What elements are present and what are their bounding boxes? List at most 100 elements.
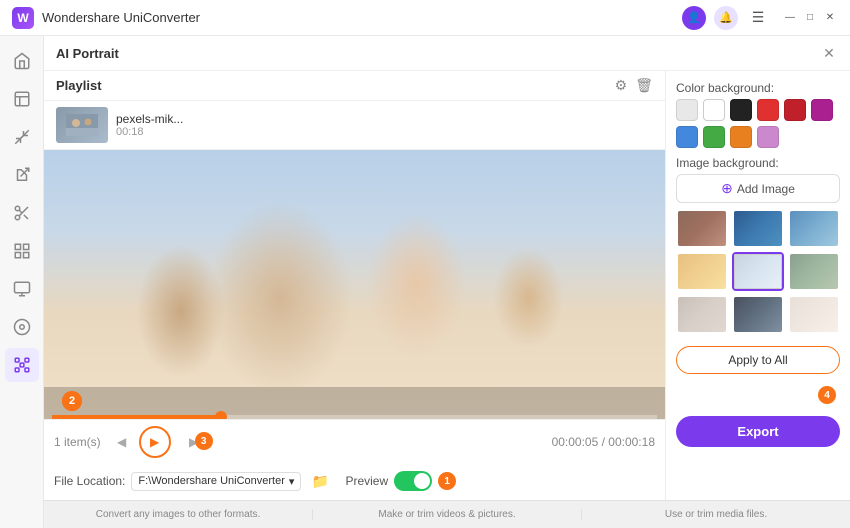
img-thumb-9[interactable] <box>788 295 840 334</box>
prev-button[interactable]: ◀ <box>111 431 133 453</box>
play-icon: ▶ <box>150 435 159 449</box>
file-path-text: F:\Wondershare UniConverter <box>138 475 285 487</box>
progress-bar[interactable] <box>52 415 657 419</box>
color-grid <box>676 99 840 148</box>
img-thumb-6[interactable] <box>788 252 840 291</box>
playlist-item-name: pexels-mik... <box>116 112 653 126</box>
progress-thumb <box>215 411 227 419</box>
img-thumb-2-inner <box>734 211 782 246</box>
title-bar: W Wondershare UniConverter 👤 🔔 ☰ — □ ✕ <box>0 0 850 36</box>
sidebar-item-record[interactable] <box>5 310 39 344</box>
close-button[interactable]: ✕ <box>822 10 838 26</box>
img-thumb-8[interactable] <box>732 295 784 334</box>
apply-to-all-button[interactable]: Apply to All <box>676 346 840 374</box>
color-swatch-red[interactable] <box>757 99 779 121</box>
color-swatch-purplered[interactable] <box>811 99 833 121</box>
color-swatch-darkred[interactable] <box>784 99 806 121</box>
step3-badge: 3 <box>195 432 213 450</box>
export-button[interactable]: Export <box>676 416 840 447</box>
video-image <box>44 150 665 419</box>
plus-icon: ⊕ <box>721 180 733 197</box>
preview-label: Preview <box>345 474 388 488</box>
img-thumb-4-inner <box>678 254 726 289</box>
info-text-3: Use or trim media files. <box>665 509 767 520</box>
sidebar-item-ai[interactable] <box>5 348 39 382</box>
info-strip-3: Use or trim media files. <box>582 509 850 520</box>
playlist-item-duration: 00:18 <box>116 126 653 138</box>
info-strip-1: Convert any images to other formats. <box>44 509 313 520</box>
user-icon[interactable]: 👤 <box>682 6 706 30</box>
add-image-button[interactable]: ⊕ Add Image <box>676 174 840 203</box>
img-thumb-3-inner <box>790 211 838 246</box>
color-bg-label: Color background: <box>676 81 840 95</box>
bottom-controls: 1 item(s) ◀ ▶ 3 ▶ 00:00:05 / 00:00:18 <box>44 419 665 464</box>
img-thumb-1-inner <box>678 211 726 246</box>
thumbnail-image <box>56 107 108 143</box>
video-controls-overlay: 2 <box>44 387 665 419</box>
file-location-label: File Location: <box>54 474 125 488</box>
playlist-thumbnail <box>56 107 108 143</box>
color-swatch-black[interactable] <box>730 99 752 121</box>
file-location-select[interactable]: F:\Wondershare UniConverter ▾ <box>131 472 301 491</box>
step4-badge: 4 <box>818 386 836 404</box>
file-location-row: File Location: F:\Wondershare UniConvert… <box>44 464 665 500</box>
maximize-button[interactable]: □ <box>802 10 818 26</box>
preview-toggle[interactable] <box>394 471 432 491</box>
info-strip-2: Make or trim videos & pictures. <box>313 509 582 520</box>
bell-icon[interactable]: 🔔 <box>714 6 738 30</box>
playlist-item[interactable]: pexels-mik... 00:18 <box>44 101 665 150</box>
step2-badge: 2 <box>62 391 82 411</box>
img-thumb-1[interactable] <box>676 209 728 248</box>
video-content <box>44 150 665 419</box>
img-thumb-2[interactable] <box>732 209 784 248</box>
panel-header: AI Portrait ✕ <box>44 36 850 71</box>
sidebar-item-convert[interactable] <box>5 82 39 116</box>
img-thumb-6-inner <box>790 254 838 289</box>
dropdown-chevron-icon: ▾ <box>289 475 295 488</box>
sidebar <box>0 36 44 528</box>
panel-title: AI Portrait <box>56 46 820 61</box>
minimize-button[interactable]: — <box>782 10 798 26</box>
sidebar-item-edit[interactable] <box>5 158 39 192</box>
app-logo: W <box>12 7 34 29</box>
color-swatch-lavender[interactable] <box>757 126 779 148</box>
color-swatch-blue[interactable] <box>676 126 698 148</box>
play-button[interactable]: ▶ <box>139 426 171 458</box>
color-swatch-white[interactable] <box>703 99 725 121</box>
app-title: Wondershare UniConverter <box>42 10 682 25</box>
progress-fill <box>52 415 221 419</box>
img-thumb-7[interactable] <box>676 295 728 334</box>
color-swatch-lightgray[interactable] <box>676 99 698 121</box>
hamburger-icon[interactable]: ☰ <box>746 6 770 30</box>
img-thumb-3[interactable] <box>788 209 840 248</box>
playlist-settings-icon[interactable]: ⚙ <box>615 77 628 94</box>
info-text-1: Convert any images to other formats. <box>96 509 261 520</box>
img-thumb-8-inner <box>734 297 782 332</box>
playlist-header: Playlist ⚙ 🗑 <box>44 71 665 101</box>
image-bg-label: Image background: <box>676 156 840 170</box>
step1-badge: 1 <box>438 472 456 490</box>
panel-close-button[interactable]: ✕ <box>820 44 838 62</box>
right-panel: Color background: <box>665 71 850 500</box>
bottom-info-bar: Convert any images to other formats. Mak… <box>44 500 850 528</box>
playlist-delete-icon[interactable]: 🗑 <box>635 77 653 94</box>
image-bg-section: Image background: ⊕ Add Image <box>676 156 840 334</box>
img-thumb-4[interactable] <box>676 252 728 291</box>
img-thumb-5-inner <box>734 254 782 289</box>
playlist-title: Playlist <box>56 78 615 93</box>
sidebar-item-screen[interactable] <box>5 272 39 306</box>
img-thumb-5[interactable] <box>732 252 784 291</box>
sidebar-item-compress[interactable] <box>5 120 39 154</box>
sidebar-item-home[interactable] <box>5 44 39 78</box>
color-swatch-green[interactable] <box>703 126 725 148</box>
title-bar-icons: 👤 🔔 ☰ <box>682 6 770 30</box>
add-image-label: Add Image <box>737 182 795 196</box>
window-controls: — □ ✕ <box>782 10 838 26</box>
color-swatch-orange[interactable] <box>730 126 752 148</box>
time-display: 00:00:05 / 00:00:18 <box>211 435 655 449</box>
playlist-item-info: pexels-mik... 00:18 <box>116 112 653 138</box>
sidebar-item-merge[interactable] <box>5 234 39 268</box>
color-bg-section: Color background: <box>676 81 840 148</box>
folder-button[interactable]: 📁 <box>307 468 333 494</box>
sidebar-item-cut[interactable] <box>5 196 39 230</box>
